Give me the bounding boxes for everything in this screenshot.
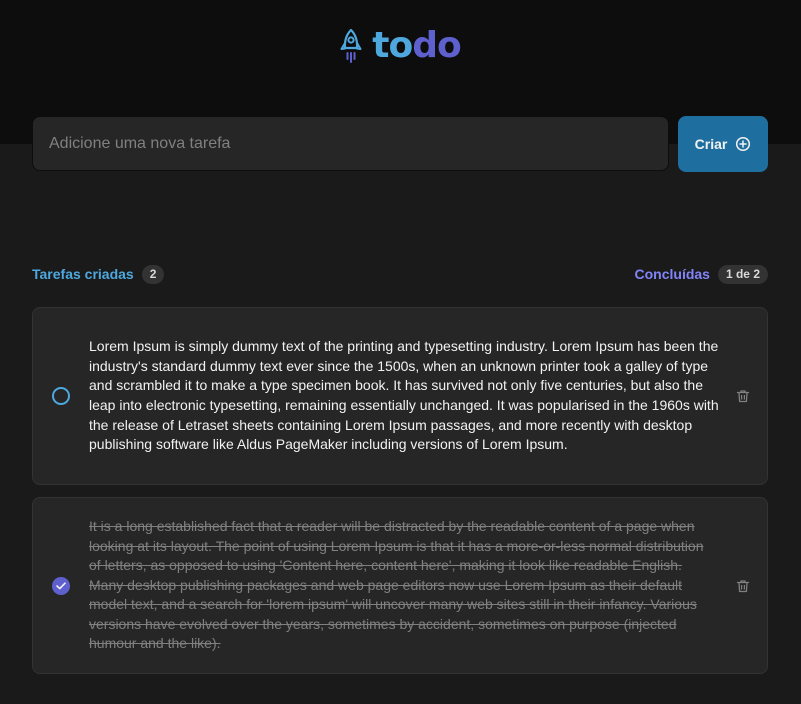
trash-icon[interactable] bbox=[736, 389, 750, 403]
task-text-completed: It is a long established fact that a rea… bbox=[89, 517, 704, 652]
plus-circle-icon bbox=[735, 136, 751, 152]
create-button-label: Criar bbox=[694, 136, 728, 152]
task-item: Lorem Ipsum is simply dummy text of the … bbox=[32, 307, 768, 485]
rocket-icon bbox=[340, 28, 362, 64]
task-text: Lorem Ipsum is simply dummy text of the … bbox=[89, 338, 719, 453]
done-tasks-label: Concluídas bbox=[634, 266, 710, 282]
new-task-input[interactable] bbox=[32, 116, 669, 171]
task-item: It is a long established fact that a rea… bbox=[32, 497, 768, 674]
done-tasks-count: 1 de 2 bbox=[717, 264, 768, 284]
created-tasks-label: Tarefas criadas bbox=[32, 266, 134, 282]
create-button[interactable]: Criar bbox=[678, 116, 768, 172]
logo-text: todo bbox=[372, 25, 462, 66]
task-actions bbox=[719, 579, 767, 593]
new-task-form: Criar bbox=[32, 116, 768, 172]
app-logo: todo bbox=[0, 26, 801, 66]
task-actions bbox=[719, 389, 767, 403]
task-summary: Tarefas criadas 2 Concluídas 1 de 2 bbox=[32, 263, 768, 285]
logo-text-to: to bbox=[372, 25, 413, 66]
task-check-area bbox=[33, 387, 89, 405]
task-check-area bbox=[33, 576, 89, 595]
trash-icon[interactable] bbox=[736, 579, 750, 593]
task-checkbox-checked[interactable] bbox=[52, 576, 70, 595]
created-tasks-count: 2 bbox=[141, 264, 165, 284]
logo-text-do: do bbox=[412, 25, 462, 66]
done-summary: Concluídas 1 de 2 bbox=[634, 264, 768, 284]
check-icon bbox=[56, 581, 66, 589]
task-checkbox[interactable] bbox=[52, 387, 70, 405]
created-summary: Tarefas criadas 2 bbox=[32, 264, 165, 284]
